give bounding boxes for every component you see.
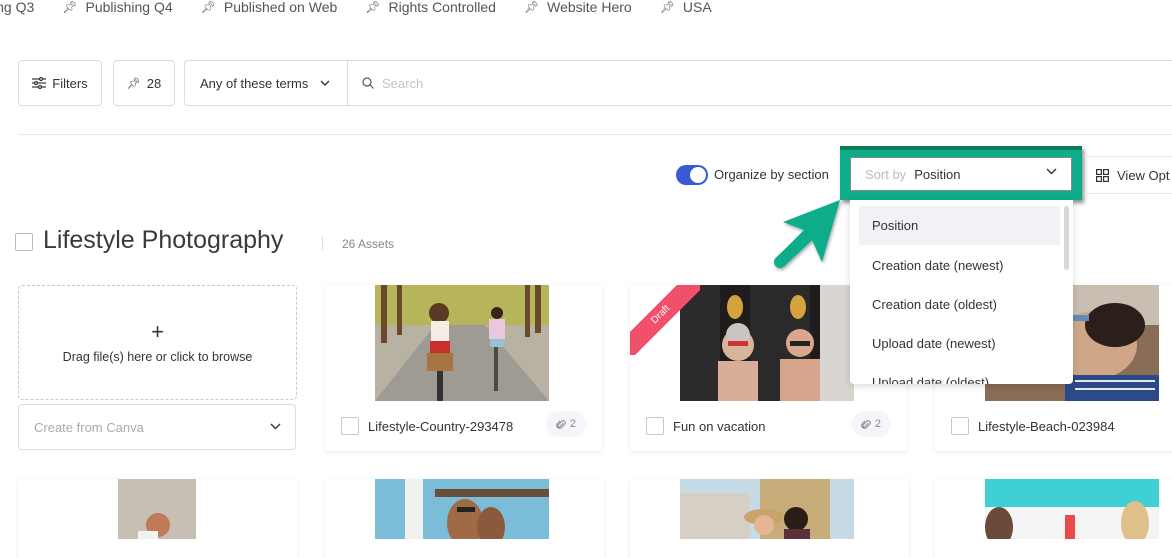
pin-icon: 📌︎ bbox=[62, 0, 78, 14]
pinned-tag[interactable]: 📌︎ Website Hero bbox=[524, 0, 632, 17]
pinned-tag-label: Publishing Q4 bbox=[85, 0, 173, 15]
photo-image bbox=[118, 479, 196, 539]
sort-option-label: Creation date (newest) bbox=[872, 258, 1004, 273]
asset-thumbnail[interactable] bbox=[680, 285, 854, 401]
pinned-tag-label: Rights Controlled bbox=[388, 0, 496, 15]
organize-by-section-toggle[interactable] bbox=[676, 165, 708, 185]
pinned-tag-label: Published on Web bbox=[223, 0, 338, 15]
sort-dropdown-menu: Position Creation date (newest) Creation… bbox=[850, 200, 1073, 384]
asset-card[interactable] bbox=[630, 479, 909, 558]
pinned-filters-button[interactable]: 📌︎ 28 bbox=[113, 60, 175, 106]
asset-thumbnail[interactable] bbox=[985, 479, 1159, 547]
pin-icon: 📌︎ bbox=[659, 0, 675, 14]
annotation-arrow-icon bbox=[774, 200, 840, 268]
attachments-count: 2 bbox=[874, 418, 881, 430]
organize-by-section-label: Organize by section bbox=[714, 167, 829, 182]
filters-button[interactable]: Filters bbox=[18, 60, 102, 106]
sort-option-label: Upload date (newest) bbox=[872, 336, 996, 351]
attachments-badge[interactable]: 2 bbox=[545, 411, 586, 437]
paperclip-icon bbox=[861, 419, 871, 429]
asset-thumbnail[interactable] bbox=[375, 479, 549, 547]
photo-image bbox=[375, 285, 549, 401]
search-bar: Any of these terms bbox=[184, 60, 1172, 106]
terms-select-value: Any of these terms bbox=[200, 75, 309, 91]
sort-value: Position bbox=[914, 166, 961, 182]
asset-select-checkbox[interactable] bbox=[951, 417, 969, 435]
asset-select-checkbox[interactable] bbox=[341, 417, 359, 435]
asset-thumbnail[interactable] bbox=[118, 479, 196, 539]
section-title: Lifestyle Photography bbox=[43, 226, 284, 254]
asset-card[interactable] bbox=[935, 479, 1172, 558]
photo-image bbox=[985, 479, 1159, 547]
draft-ribbon: Draft bbox=[630, 285, 700, 355]
sort-option-creation-newest[interactable]: Creation date (newest) bbox=[850, 246, 1060, 285]
chevron-down-icon bbox=[270, 423, 281, 430]
photo-image bbox=[375, 479, 549, 547]
toolbar-divider bbox=[18, 134, 1172, 135]
sort-option-upload-oldest[interactable]: Upload date (oldest) bbox=[850, 363, 1060, 384]
asset-thumbnail[interactable] bbox=[680, 479, 854, 539]
draft-label: Draft bbox=[630, 285, 700, 355]
pins-count: 28 bbox=[146, 75, 162, 91]
menu-scrollbar[interactable] bbox=[1064, 206, 1069, 270]
pinned-tag[interactable]: 📌︎ Rights Controlled bbox=[365, 0, 496, 17]
pinned-tags-bar: ing Q3 📌︎ Publishing Q4 📌︎ Published on We… bbox=[0, 0, 740, 17]
search-field[interactable] bbox=[348, 61, 1172, 105]
sort-option-position[interactable]: Position bbox=[859, 206, 1060, 245]
plus-icon: + bbox=[151, 318, 164, 344]
pinned-tag[interactable]: ing Q3 bbox=[0, 0, 34, 17]
view-options-label: View Opt bbox=[1117, 167, 1170, 183]
sort-option-label: Creation date (oldest) bbox=[872, 297, 998, 312]
section-select-checkbox[interactable] bbox=[15, 233, 33, 251]
sort-option-label: Position bbox=[872, 218, 919, 233]
paperclip-icon bbox=[556, 419, 566, 429]
pin-icon: 📌︎ bbox=[200, 0, 216, 14]
create-from-canva-select[interactable]: Create from Canva bbox=[18, 404, 296, 450]
upload-dropzone[interactable]: + Drag file(s) here or click to browse bbox=[18, 285, 297, 400]
sort-select[interactable]: Sort by Position bbox=[850, 157, 1072, 191]
asset-select-checkbox[interactable] bbox=[646, 417, 664, 435]
terms-select[interactable]: Any of these terms bbox=[185, 61, 348, 105]
photo-image bbox=[680, 479, 854, 539]
asset-thumbnail[interactable] bbox=[375, 285, 549, 401]
grid-icon bbox=[1096, 168, 1109, 182]
pinned-tag-label: USA bbox=[682, 0, 712, 15]
attachments-count: 2 bbox=[569, 418, 576, 430]
sliders-icon bbox=[32, 77, 47, 89]
dropzone-text: Drag file(s) here or click to browse bbox=[62, 349, 253, 364]
canva-select-placeholder: Create from Canva bbox=[34, 419, 144, 435]
photo-image bbox=[680, 285, 854, 401]
pin-icon: 📌︎ bbox=[365, 0, 381, 14]
asset-name: Fun on vacation bbox=[673, 419, 766, 434]
chevron-down-icon bbox=[320, 80, 330, 86]
search-icon bbox=[362, 77, 374, 89]
asset-card[interactable] bbox=[325, 479, 604, 558]
view-options-button[interactable]: View Opt bbox=[1084, 156, 1172, 194]
section-separator bbox=[322, 236, 323, 250]
pinned-tag[interactable]: 📌︎ Published on Web bbox=[201, 0, 338, 17]
chevron-down-icon bbox=[1046, 168, 1057, 175]
sort-option-creation-oldest[interactable]: Creation date (oldest) bbox=[850, 285, 1060, 324]
pin-icon: 📌︎ bbox=[523, 0, 540, 14]
asset-name: Lifestyle-Country-293478 bbox=[368, 419, 514, 434]
pin-icon: 📌︎ bbox=[126, 77, 141, 90]
pinned-tag-label: ing Q3 bbox=[0, 0, 35, 15]
search-input[interactable] bbox=[382, 75, 782, 91]
section-asset-count: 26 Assets bbox=[342, 237, 395, 251]
sort-prefix: Sort by bbox=[865, 166, 907, 182]
attachments-badge[interactable]: 2 bbox=[850, 411, 891, 437]
sort-option-label: Upload date (oldest) bbox=[872, 375, 990, 384]
asset-name: Lifestyle-Beach-023984 bbox=[978, 419, 1115, 434]
pinned-tag[interactable]: 📌︎ USA bbox=[660, 0, 712, 17]
pinned-tag[interactable]: 📌︎ Publishing Q4 bbox=[62, 0, 172, 17]
toggle-knob bbox=[690, 167, 706, 183]
pinned-tag-label: Website Hero bbox=[547, 0, 632, 15]
sort-option-upload-newest[interactable]: Upload date (newest) bbox=[850, 324, 1060, 363]
filters-label: Filters bbox=[52, 75, 88, 91]
asset-card[interactable] bbox=[18, 479, 297, 558]
asset-card[interactable]: Lifestyle-Country-293478 2 bbox=[325, 285, 602, 451]
